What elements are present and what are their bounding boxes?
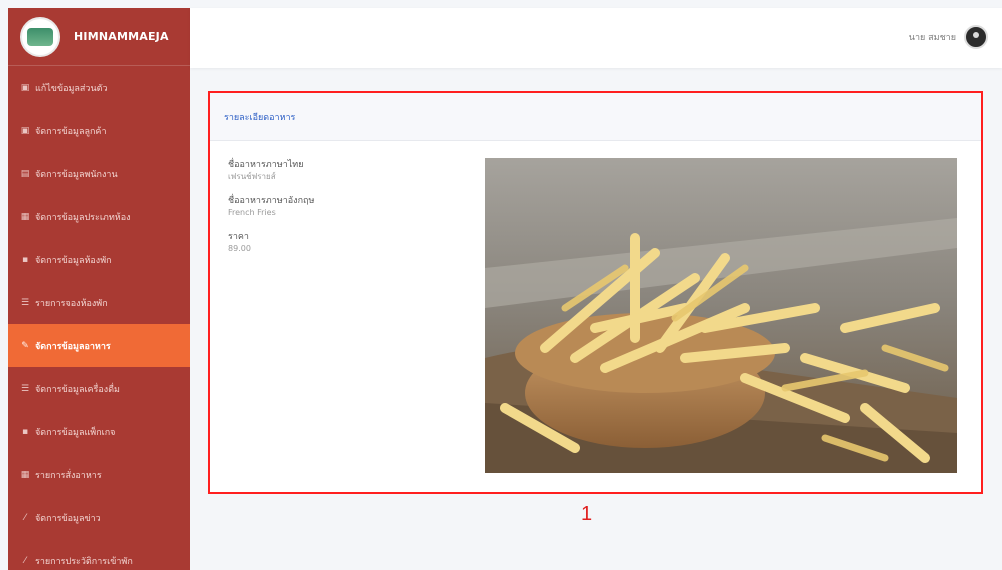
english-name-label: ชื่ออาหารภาษาอังกฤษ [228, 196, 315, 206]
english-name-value: French Fries [228, 208, 276, 217]
user-icon: ▣ [20, 82, 30, 93]
bed-icon: ▪ [21, 426, 29, 437]
sidebar-item-profile[interactable]: ▣ แก้ไขข้อมูลส่วนตัว [8, 66, 190, 109]
grid-icon: ▦ [20, 469, 30, 480]
bed-icon: ▪ [21, 254, 29, 265]
sidebar-item-label: จัดการข้อมูลข่าว [35, 513, 101, 524]
food-icon: ✎ [21, 340, 29, 351]
sidebar-item-label: จัดการข้อมูลลูกค้า [35, 126, 107, 137]
users-icon: ▤ [20, 168, 30, 179]
sidebar-item-label: รายการสั่งอาหาร [35, 470, 102, 481]
sidebar-item-orders[interactable]: ▦ รายการสั่งอาหาร [8, 453, 190, 496]
sidebar-item-label: จัดการข้อมูลห้องพัก [35, 255, 112, 266]
sidebar-item-drinks[interactable]: ☰ จัดการข้อมูลเครื่องดื่ม [8, 367, 190, 410]
brand-name: HIMNAMMAEJA [74, 30, 169, 43]
food-detail-card: รายละเอียดอาหาร ชื่ออาหารภาษาไทย เฟรนช์ฟ… [208, 91, 983, 494]
card-title: รายละเอียดอาหาร [224, 112, 296, 123]
list-icon: ☰ [20, 297, 30, 308]
sidebar-item-label: รายการจองห้องพัก [35, 298, 108, 309]
grid-icon: ▦ [20, 211, 30, 222]
food-image [485, 158, 957, 473]
annotation-label: 1 [581, 503, 593, 525]
sidebar-item-label: จัดการข้อมูลแพ็กเกจ [35, 427, 116, 438]
brand[interactable]: HIMNAMMAEJA [8, 8, 190, 66]
sidebar-item-label: จัดการข้อมูลประเภทห้อง [35, 212, 131, 223]
hotel-logo-icon [20, 16, 60, 57]
sidebar-item-bookings[interactable]: ☰ รายการจองห้องพัก [8, 281, 190, 324]
sidebar-item-label: แก้ไขข้อมูลส่วนตัว [35, 83, 108, 94]
thai-name-value: เฟรนช์ฟรายส์ [228, 172, 276, 181]
sidebar-item-packages[interactable]: ▪ จัดการข้อมูลแพ็กเกจ [8, 410, 190, 453]
sidebar-item-label: จัดการข้อมูลอาหาร [35, 341, 111, 352]
sidebar-item-history[interactable]: ⁄ รายการประวัติการเข้าพัก [8, 539, 190, 570]
pencil-icon: ⁄ [24, 512, 26, 523]
avatar-icon [964, 25, 988, 49]
food-fields: ชื่ออาหารภาษาไทย เฟรนช์ฟรายส์ ชื่ออาหารภ… [228, 159, 458, 267]
sidebar-item-label: รายการประวัติการเข้าพัก [35, 556, 133, 567]
list-icon: ☰ [20, 383, 30, 394]
sidebar-item-news[interactable]: ⁄ จัดการข้อมูลข่าว [8, 496, 190, 539]
users-icon: ▣ [20, 125, 30, 136]
sidebar-item-label: จัดการข้อมูลพนักงาน [35, 169, 118, 180]
sidebar: HIMNAMMAEJA ▣ แก้ไขข้อมูลส่วนตัว ▣ จัดการข… [8, 8, 190, 570]
sidebar-item-room-types[interactable]: ▦ จัดการข้อมูลประเภทห้อง [8, 195, 190, 238]
sidebar-item-customers[interactable]: ▣ จัดการข้อมูลลูกค้า [8, 109, 190, 152]
sidebar-item-employees[interactable]: ▤ จัดการข้อมูลพนักงาน [8, 152, 190, 195]
price-value: 89.00 [228, 244, 251, 253]
price-label: ราคา [228, 232, 249, 242]
thai-name-label: ชื่ออาหารภาษาไทย [228, 160, 304, 170]
sidebar-item-label: จัดการข้อมูลเครื่องดื่ม [35, 384, 120, 395]
user-menu[interactable]: นาย สมชาย [909, 25, 988, 49]
user-name: นาย สมชาย [908, 33, 956, 43]
sidebar-item-rooms[interactable]: ▪ จัดการข้อมูลห้องพัก [8, 238, 190, 281]
sidebar-menu: ▣ แก้ไขข้อมูลส่วนตัว ▣ จัดการข้อมูลลูกค้า … [8, 66, 190, 570]
pencil-icon: ⁄ [24, 555, 26, 566]
card-header: รายละเอียดอาหาร [210, 93, 981, 141]
sidebar-item-food[interactable]: ✎ จัดการข้อมูลอาหาร [8, 324, 190, 367]
topbar: นาย สมชาย [190, 8, 1002, 68]
